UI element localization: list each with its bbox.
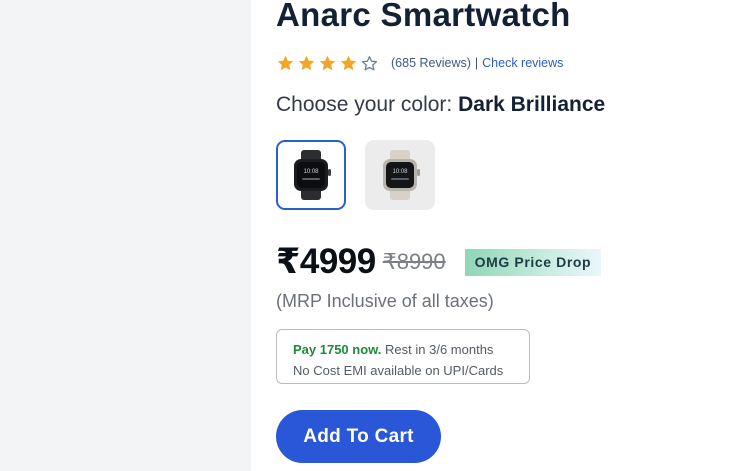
price-drop-badge: OMG Price Drop xyxy=(464,248,602,276)
rating-row: (685 Reviews) | Check reviews xyxy=(276,53,563,73)
price-row: ₹4999 ₹8990 OMG Price Drop xyxy=(276,240,602,284)
add-to-cart-button[interactable]: Add To Cart xyxy=(276,410,441,463)
color-label: Choose your color: xyxy=(276,93,453,116)
smartwatch-black-icon: 10:08 xyxy=(294,150,331,200)
star-rating xyxy=(276,54,381,73)
left-panel xyxy=(0,0,251,471)
color-swatch-silver[interactable]: 10:08 xyxy=(365,140,435,210)
star-filled-icon xyxy=(340,55,357,70)
separator: | xyxy=(474,56,479,70)
color-selector-label: Choose your color: Dark Brilliance xyxy=(276,93,605,117)
mrp-price: ₹8990 xyxy=(382,249,446,274)
tax-note: (MRP Inclusive of all taxes) xyxy=(276,291,494,311)
emi-line-2: No Cost EMI available on UPI/Cards xyxy=(293,363,504,378)
emi-pay-now: Pay 1750 now. xyxy=(293,342,382,357)
emi-line-1: Pay 1750 now. Rest in 3/6 months xyxy=(293,339,529,360)
current-price: ₹4999 xyxy=(276,242,376,281)
product-title: Anarc Smartwatch xyxy=(276,0,571,33)
smartwatch-silver-icon: 10:08 xyxy=(383,150,420,200)
check-reviews-link[interactable]: Check reviews xyxy=(482,56,563,70)
star-filled-icon xyxy=(277,55,294,70)
svg-text:10:08: 10:08 xyxy=(392,169,408,175)
emi-info-box: Pay 1750 now. Rest in 3/6 months No Cost… xyxy=(276,329,530,384)
star-filled-icon xyxy=(319,55,336,70)
selected-color-name: Dark Brilliance xyxy=(458,93,606,116)
reviews-count: (685 Reviews) xyxy=(391,56,471,70)
emi-rest: Rest in 3/6 months xyxy=(385,342,494,357)
star-filled-icon xyxy=(298,55,315,70)
color-swatch-dark-brilliance[interactable]: 10:08 xyxy=(276,140,346,210)
svg-text:10:08: 10:08 xyxy=(303,169,319,175)
star-empty-icon xyxy=(361,55,378,70)
